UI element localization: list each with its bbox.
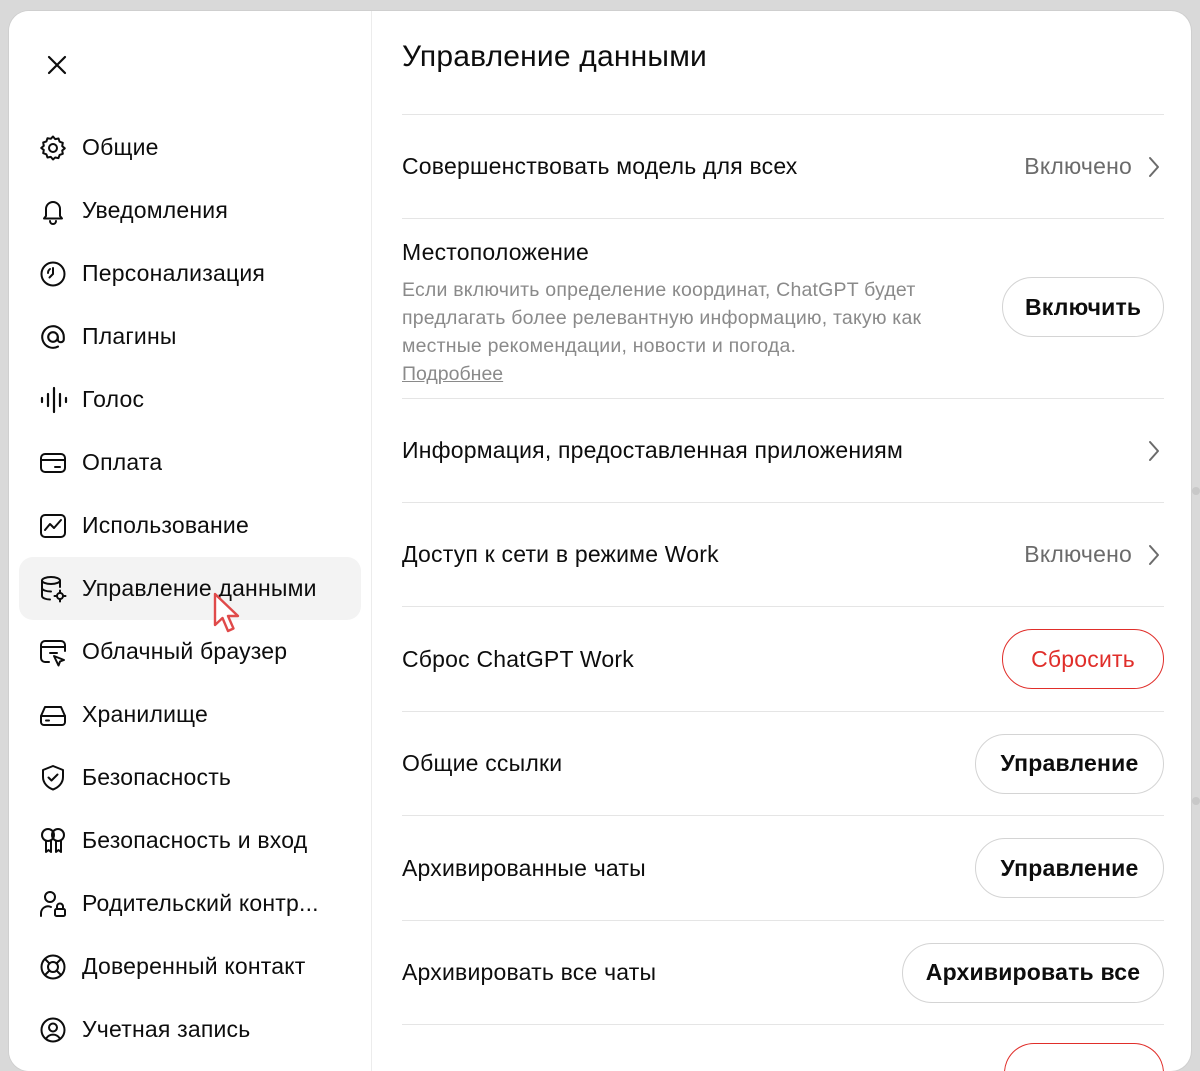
sidebar-item-plugins[interactable]: Плагины xyxy=(19,305,361,368)
sidebar-item-voice[interactable]: Голос xyxy=(19,368,361,431)
sidebar-item-label: Оплата xyxy=(82,449,163,475)
setting-row-apps-info[interactable]: Информация, предоставленная приложениям xyxy=(402,399,1164,503)
sidebar-item-data-controls[interactable]: Управление данными xyxy=(19,557,361,620)
archive-all-button[interactable]: Архивировать все xyxy=(902,942,1164,1003)
sidebar-item-label: Доверенный контакт xyxy=(82,953,306,979)
setting-label: Общие ссылки xyxy=(402,750,563,776)
sidebar-nav: Общие Уведомления Персонализация Плагины… xyxy=(19,116,361,1061)
sidebar-item-label: Использование xyxy=(82,512,249,538)
chart-icon xyxy=(38,511,68,541)
manage-shared-links-button[interactable]: Управление xyxy=(975,733,1164,794)
sidebar-item-label: Голос xyxy=(82,386,145,412)
setting-label: Информация, предоставленная приложениям xyxy=(402,437,903,463)
sidebar-item-billing[interactable]: Оплата xyxy=(19,431,361,494)
sidebar-item-usage[interactable]: Использование xyxy=(19,494,361,557)
close-icon xyxy=(47,55,67,75)
learn-more-link[interactable]: Подробнее xyxy=(402,363,503,385)
sidebar-item-label: Безопасность xyxy=(82,764,232,790)
sidebar-item-label: Родительский контр... xyxy=(82,890,319,916)
background-dot xyxy=(1192,487,1200,495)
setting-status: Включено xyxy=(1024,153,1132,179)
setting-label: Совершенствовать модель для всех xyxy=(402,153,798,179)
key-icon xyxy=(38,826,68,856)
setting-label: Доступ к сети в режиме Work xyxy=(402,541,719,567)
reset-button[interactable]: Сбросить xyxy=(1002,629,1164,689)
sidebar-item-label: Общие xyxy=(82,134,159,160)
manage-archived-chats-button[interactable]: Управление xyxy=(975,838,1164,898)
sidebar-item-label: Уведомления xyxy=(82,197,229,223)
account-icon xyxy=(38,1015,68,1045)
setting-row-improve-model[interactable]: Совершенствовать модель для всех Включен… xyxy=(402,115,1164,219)
background-dot xyxy=(1192,797,1200,805)
lifebuoy-icon xyxy=(38,952,68,982)
setting-label: Архивированные чаты xyxy=(402,854,646,881)
setting-label: Местоположение xyxy=(402,239,590,265)
sidebar-item-general[interactable]: Общие xyxy=(19,116,361,179)
sidebar-item-label: Плагины xyxy=(82,323,177,349)
parent-lock-icon xyxy=(38,889,68,919)
sidebar-item-label: Облачный браузер xyxy=(82,638,288,664)
sidebar-item-storage[interactable]: Хранилище xyxy=(19,683,361,746)
setting-row-archive-all: Архивировать все чаты Архивировать все xyxy=(402,921,1164,1025)
setting-status: Включено xyxy=(1024,541,1132,567)
close-button[interactable] xyxy=(40,48,74,82)
settings-rows: Совершенствовать модель для всех Включен… xyxy=(402,114,1164,1071)
storage-icon xyxy=(38,700,68,730)
setting-row-location: Местоположение Если включить определение… xyxy=(402,219,1164,399)
setting-row-network-access[interactable]: Доступ к сети в режиме Work Включено xyxy=(402,503,1164,607)
sidebar-item-notifications[interactable]: Уведомления xyxy=(19,179,361,242)
setting-row-next xyxy=(402,1025,1164,1071)
sidebar-item-label: Хранилище xyxy=(82,701,208,727)
sidebar-item-label: Учетная запись xyxy=(82,1016,251,1042)
sidebar-item-security[interactable]: Безопасность xyxy=(19,746,361,809)
sidebar-item-parental-controls[interactable]: Родительский контр... xyxy=(19,872,361,935)
chevron-right-icon[interactable] xyxy=(1144,439,1164,463)
sidebar-item-label: Безопасность и вход xyxy=(82,827,308,853)
chevron-right-icon[interactable] xyxy=(1144,155,1164,179)
sidebar-item-label: Управление данными xyxy=(82,575,317,601)
database-gear-icon xyxy=(38,574,68,604)
sidebar-item-personalization[interactable]: Персонализация xyxy=(19,242,361,305)
personalization-icon xyxy=(38,259,68,289)
gear-icon xyxy=(38,133,68,163)
setting-label: Сброс ChatGPT Work xyxy=(402,645,634,672)
shield-check-icon xyxy=(38,763,68,793)
page-title: Управление данными xyxy=(402,40,707,73)
sidebar-item-security-login[interactable]: Безопасность и вход xyxy=(19,809,361,872)
waveform-icon xyxy=(38,385,68,415)
setting-description: Если включить определение координат, Cha… xyxy=(402,279,922,357)
bell-icon xyxy=(38,196,68,226)
next-danger-button-edge[interactable] xyxy=(1004,1043,1164,1071)
cloud-browser-icon xyxy=(38,637,68,667)
settings-content: Управление данными Совершенствовать моде… xyxy=(372,11,1191,1071)
chevron-right-icon[interactable] xyxy=(1144,543,1164,567)
settings-modal: Общие Уведомления Персонализация Плагины… xyxy=(9,11,1191,1071)
sidebar-item-cloud-browser[interactable]: Облачный браузер xyxy=(19,620,361,683)
at-icon xyxy=(38,322,68,352)
card-icon xyxy=(38,448,68,478)
enable-location-button[interactable]: Включить xyxy=(1002,277,1164,337)
setting-label: Архивировать все чаты xyxy=(402,959,657,985)
sidebar-item-trusted-contact[interactable]: Доверенный контакт xyxy=(19,935,361,998)
settings-sidebar: Общие Уведомления Персонализация Плагины… xyxy=(9,11,372,1071)
setting-row-reset-work: Сброс ChatGPT Work Сбросить xyxy=(402,607,1164,712)
setting-row-archived-chats: Архивированные чаты Управление xyxy=(402,816,1164,921)
setting-row-shared-links: Общие ссылки Управление xyxy=(402,712,1164,816)
sidebar-item-label: Персонализация xyxy=(82,260,266,286)
sidebar-item-account[interactable]: Учетная запись xyxy=(19,998,361,1061)
